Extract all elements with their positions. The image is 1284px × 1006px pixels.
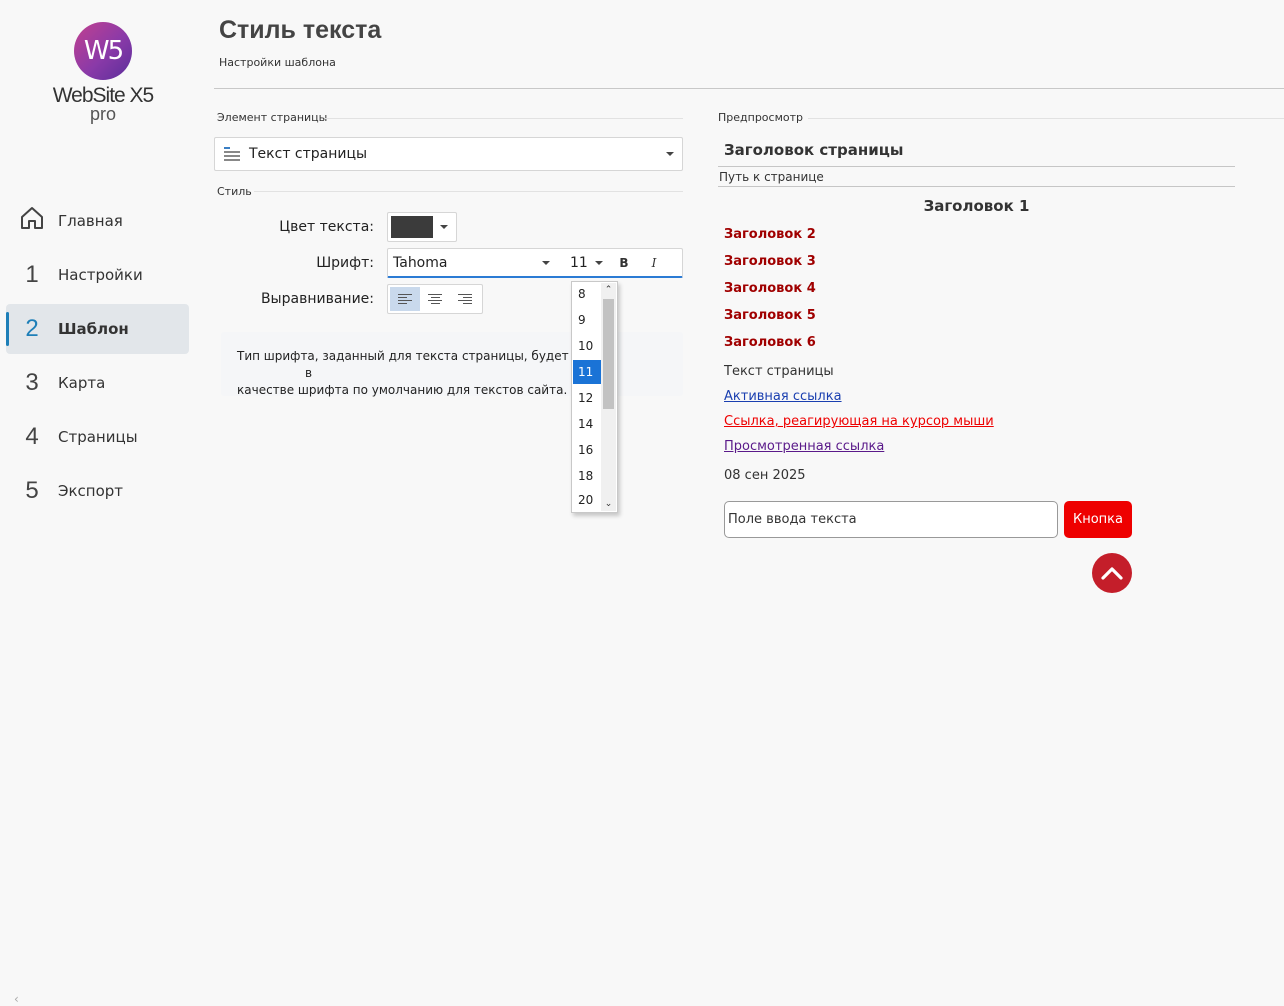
text-color-label: Цвет текста: <box>279 219 374 235</box>
chevron-down-icon <box>440 225 448 229</box>
chevron-left-icon[interactable]: ‹ <box>14 992 19 1006</box>
home-icon <box>6 205 58 238</box>
section-divider <box>808 118 1284 119</box>
text-document-icon <box>224 147 240 161</box>
chevron-down-icon <box>595 260 603 265</box>
section-divider <box>325 118 683 119</box>
preview-date: 08 сен 2025 <box>724 468 806 483</box>
font-size-select[interactable]: 11 <box>558 255 603 271</box>
sidebar-item-label: Главная <box>58 212 123 230</box>
alignment-label: Выравнивание: <box>260 291 374 307</box>
preview-body-text: Текст страницы <box>724 364 834 379</box>
element-section-label: Элемент страницы <box>217 111 328 124</box>
header-divider <box>214 88 1284 89</box>
font-controls: Tahoma 11 B I <box>387 248 683 278</box>
preview-heading-3: Заголовок 3 <box>724 254 816 269</box>
sidebar-item-pages[interactable]: 4 Страницы <box>6 412 189 462</box>
font-size-option[interactable]: 20 <box>573 488 601 512</box>
preview-divider <box>718 166 1235 167</box>
font-family-select[interactable]: Tahoma <box>388 255 558 271</box>
step-number: 1 <box>25 261 39 288</box>
color-swatch <box>391 216 433 238</box>
sidebar-item-label: Экспорт <box>58 482 124 500</box>
sidebar-item-label: Шаблон <box>58 320 129 338</box>
preview-active-link[interactable]: Активная ссылка <box>724 389 842 404</box>
scroll-to-top-button[interactable] <box>1092 553 1132 593</box>
dropdown-scrollbar[interactable]: ⌃ ⌄ <box>601 283 616 511</box>
chevron-up-icon[interactable]: ⌃ <box>601 283 616 297</box>
page-element-select[interactable]: Текст страницы <box>214 137 683 171</box>
alignment-group <box>387 284 483 314</box>
sidebar-item-template[interactable]: 2 Шаблон <box>6 304 189 354</box>
page-element-value: Текст страницы <box>249 146 368 162</box>
font-size-dropdown: 8 9 10 11 12 14 16 18 20 ⌃ ⌄ <box>571 281 618 513</box>
sidebar-nav: Главная 1 Настройки 2 Шаблон 3 Карта 4 С… <box>6 196 189 520</box>
sidebar-item-home[interactable]: Главная <box>6 196 189 246</box>
step-number: 2 <box>25 315 39 342</box>
bold-button[interactable]: B <box>609 256 639 270</box>
app-logo: W5 WebSite X5 pro <box>48 22 158 124</box>
chevron-down-icon[interactable]: ⌄ <box>601 497 616 511</box>
preview-page-title: Заголовок страницы <box>724 141 904 159</box>
step-number: 5 <box>25 477 39 504</box>
page-title: Стиль текста <box>219 16 382 44</box>
page-subtitle: Настройки шаблона <box>219 56 336 69</box>
scrollbar-thumb[interactable] <box>603 299 614 409</box>
font-size-value: 11 <box>570 254 588 271</box>
logo-name: WebSite X5 <box>52 84 155 107</box>
preview-breadcrumb: Путь к странице <box>719 170 824 184</box>
sidebar-item-label: Настройки <box>58 266 143 284</box>
font-size-option[interactable]: 10 <box>573 334 601 358</box>
preview-heading-5: Заголовок 5 <box>724 308 816 323</box>
font-size-option[interactable]: 9 <box>573 308 601 332</box>
preview-heading-2: Заголовок 2 <box>724 227 816 242</box>
align-center-button[interactable] <box>420 287 450 311</box>
sidebar-item-map[interactable]: 3 Карта <box>6 358 189 408</box>
chevron-up-icon <box>1101 567 1123 580</box>
font-size-option[interactable]: 18 <box>573 464 601 488</box>
preview-divider <box>718 186 1235 187</box>
sidebar-item-label: Карта <box>58 374 106 392</box>
font-label: Шрифт: <box>316 255 374 271</box>
font-size-option[interactable]: 8 <box>573 282 601 306</box>
step-number: 3 <box>25 369 39 396</box>
preview-heading-6: Заголовок 6 <box>724 335 816 350</box>
sidebar-item-export[interactable]: 5 Экспорт <box>6 466 189 516</box>
align-right-button[interactable] <box>450 287 480 311</box>
align-left-button[interactable] <box>390 287 420 311</box>
step-number: 4 <box>25 423 39 450</box>
preview-text-input[interactable]: Поле ввода текста <box>724 501 1058 538</box>
font-size-option[interactable]: 16 <box>573 438 601 462</box>
chevron-down-icon <box>542 260 550 265</box>
preview-visited-link[interactable]: Просмотренная ссылка <box>724 439 884 454</box>
text-color-picker[interactable] <box>387 212 457 242</box>
preview-hover-link[interactable]: Ссылка, реагирующая на курсор мыши <box>724 414 994 429</box>
logo-edition: pro <box>89 104 116 124</box>
font-size-option-selected[interactable]: 11 <box>573 360 601 384</box>
font-size-option[interactable]: 12 <box>573 386 601 410</box>
preview-button[interactable]: Кнопка <box>1064 501 1132 538</box>
logo-mark: W5 <box>74 22 132 80</box>
sidebar: W5 WebSite X5 pro Главная 1 Настройки 2 … <box>0 0 200 1006</box>
sidebar-item-label: Страницы <box>58 428 138 446</box>
font-size-option[interactable]: 14 <box>573 412 601 436</box>
preview-section-label: Предпросмотр <box>718 111 803 124</box>
preview-heading-1: Заголовок 1 <box>923 197 1030 215</box>
font-family-value: Tahoma <box>393 254 448 271</box>
italic-button[interactable]: I <box>639 256 669 270</box>
chevron-down-icon <box>666 152 674 156</box>
section-divider <box>254 191 683 192</box>
sidebar-item-settings[interactable]: 1 Настройки <box>6 250 189 300</box>
preview-heading-4: Заголовок 4 <box>724 281 816 296</box>
style-section-label: Стиль <box>217 185 252 198</box>
